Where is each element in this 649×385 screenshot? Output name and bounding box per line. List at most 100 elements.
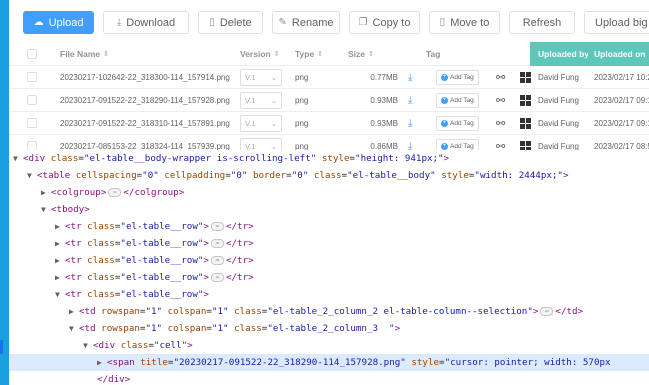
row-checkbox[interactable] bbox=[27, 112, 37, 134]
dom-node-body-wrapper[interactable]: ▼ < div class = " el-table__body-wrapper is-… bbox=[9, 150, 649, 167]
version-select[interactable]: V.1 ⌄ bbox=[240, 66, 282, 88]
dom-node-tbody[interactable]: ▼ < tbody > bbox=[9, 201, 649, 218]
chevron-down-icon: ⌄ bbox=[270, 95, 277, 105]
collapse-triangle-icon[interactable]: ▶ bbox=[55, 222, 65, 231]
copy-to-button[interactable]: ❐ Copy to bbox=[349, 11, 420, 34]
version-select[interactable]: V.1 ⌄ bbox=[240, 89, 282, 111]
sort-icon: ⇕ bbox=[103, 51, 110, 58]
file-table: File Name ⇕ Version ⇕ Type ⇕ Size ⇕ Tag Uplo… bbox=[9, 42, 649, 158]
table-row[interactable]: 20230217-091522-22_318310-114_157891.png… bbox=[9, 112, 649, 135]
ellipsis-icon[interactable]: ⋯ bbox=[540, 307, 554, 316]
header-version[interactable]: Version ⇕ bbox=[240, 42, 280, 66]
ellipsis-icon[interactable]: ⋯ bbox=[210, 256, 224, 265]
header-file-name[interactable]: File Name ⇕ bbox=[60, 42, 109, 66]
type-cell: png bbox=[295, 72, 309, 82]
edit-icon: ✎ bbox=[278, 17, 287, 28]
table-body: 20230217-102642-22_318300-114_157914.png… bbox=[9, 66, 649, 158]
dom-node-tr-expanded[interactable]: ▼ < tr class = " el-table__row " > bbox=[9, 286, 649, 303]
uploaded-on-cell: 2023/02/17 09:1 bbox=[594, 95, 649, 105]
table-row[interactable]: 20230217-091522-22_318290-114_157928.png… bbox=[9, 89, 649, 112]
cloud-upload-icon: ☁ bbox=[33, 17, 44, 28]
dom-node-tr-collapsed[interactable]: ▶ < tr class = " el-table__row " > ⋯ </tr > bbox=[9, 218, 649, 235]
qr-code-icon[interactable] bbox=[520, 112, 531, 134]
chevron-down-icon: ⌄ bbox=[270, 118, 277, 128]
selection-edge-marker bbox=[0, 340, 3, 354]
rename-button[interactable]: ✎ Rename bbox=[272, 11, 340, 34]
dom-node-tr-collapsed[interactable]: ▶ < tr class = " el-table__row " > ⋯ </tr > bbox=[9, 252, 649, 269]
header-type[interactable]: Type ⇕ bbox=[295, 42, 323, 66]
expand-triangle-icon[interactable]: ▼ bbox=[55, 290, 65, 299]
size-cell: 0.93MB bbox=[370, 118, 398, 128]
expand-triangle-icon[interactable]: ▼ bbox=[41, 205, 51, 214]
size-cell: 0.93MB bbox=[370, 95, 398, 105]
version-select[interactable]: V.1 ⌄ bbox=[240, 112, 282, 134]
plus-icon: + bbox=[441, 96, 448, 104]
add-tag-button[interactable]: + Add Tag bbox=[436, 89, 479, 111]
dom-node-td-selection[interactable]: ▶ < td rowspan = " 1 " colspan = " 1 " class = " el-… bbox=[9, 303, 649, 320]
share-link-icon[interactable]: ⚯ bbox=[496, 112, 505, 134]
expand-triangle-icon[interactable]: ▼ bbox=[13, 154, 23, 163]
collapse-triangle-icon[interactable]: ▶ bbox=[41, 188, 51, 197]
dom-node-tr-collapsed[interactable]: ▶ < tr class = " el-table__row " > ⋯ </tr > bbox=[9, 269, 649, 286]
dom-node-div-cell[interactable]: ▼ < div class = " cell " > bbox=[9, 337, 649, 354]
file-name-cell[interactable]: 20230217-102642-22_318300-114_157914.png bbox=[60, 66, 230, 88]
select-all-checkbox[interactable] bbox=[27, 42, 37, 66]
sort-icon: ⇕ bbox=[317, 51, 324, 58]
plus-icon: + bbox=[441, 119, 448, 127]
file-name-cell[interactable]: 20230217-091522-22_318290-114_157928.png bbox=[60, 89, 230, 111]
upload-button[interactable]: ☁ Upload bbox=[23, 11, 94, 34]
uploaded-by-cell: David Fung bbox=[538, 72, 579, 82]
type-cell: png bbox=[295, 118, 309, 128]
qr-code-icon[interactable] bbox=[520, 89, 531, 111]
dom-node-div-close[interactable]: </div > bbox=[9, 371, 649, 385]
add-tag-button[interactable]: + Add Tag bbox=[436, 66, 479, 88]
row-checkbox[interactable] bbox=[27, 66, 37, 88]
share-link-icon[interactable]: ⚯ bbox=[496, 89, 505, 111]
collapse-triangle-icon[interactable]: ▶ bbox=[69, 307, 79, 316]
expand-triangle-icon[interactable]: ▼ bbox=[69, 324, 79, 333]
plus-icon: + bbox=[441, 142, 448, 150]
download-icon[interactable]: ⤓ bbox=[408, 66, 412, 88]
toolbar: ☁ Upload ⤓ Download ▯ Delete ✎ Rename ❐ … bbox=[23, 11, 649, 34]
delete-button[interactable]: ▯ Delete bbox=[198, 11, 263, 34]
refresh-button[interactable]: Refresh bbox=[509, 11, 575, 34]
dom-node-span-selected[interactable]: ▶ < span title = " 20230217-091522-22_318290… bbox=[9, 354, 649, 371]
share-link-icon[interactable]: ⚯ bbox=[496, 66, 505, 88]
ellipsis-icon[interactable]: ⋯ bbox=[210, 222, 224, 231]
size-cell: 0.77MB bbox=[370, 72, 398, 82]
download-button[interactable]: ⤓ Download bbox=[103, 11, 189, 34]
header-uploaded-on[interactable]: Uploaded on⇕ bbox=[588, 42, 649, 66]
dom-node-colgroup[interactable]: ▶ < colgroup > ⋯ </colgroup > bbox=[9, 184, 649, 201]
file-icon: ▯ bbox=[209, 17, 215, 28]
download-icon: ⤓ bbox=[116, 17, 122, 28]
header-tag: Tag bbox=[426, 49, 441, 59]
file-name-cell[interactable]: 20230217-091522-22_318310-114_157891.png bbox=[60, 112, 230, 134]
sort-icon: ⇕ bbox=[368, 51, 374, 58]
ellipsis-icon[interactable]: ⋯ bbox=[108, 188, 122, 197]
qr-code-icon[interactable] bbox=[520, 66, 531, 88]
ellipsis-icon[interactable]: ⋯ bbox=[210, 273, 224, 282]
add-tag-button[interactable]: + Add Tag bbox=[436, 112, 479, 134]
header-size[interactable]: Size ⇕ bbox=[348, 42, 374, 66]
type-cell: png bbox=[295, 95, 309, 105]
table-header: File Name ⇕ Version ⇕ Type ⇕ Size ⇕ Tag Uplo… bbox=[9, 42, 649, 66]
ellipsis-icon[interactable]: ⋯ bbox=[210, 239, 224, 248]
collapse-triangle-icon[interactable]: ▶ bbox=[97, 358, 107, 367]
collapse-triangle-icon[interactable]: ▶ bbox=[55, 239, 65, 248]
app-frame: ☁ Upload ⤓ Download ▯ Delete ✎ Rename ❐ … bbox=[9, 0, 649, 385]
collapse-triangle-icon[interactable]: ▶ bbox=[55, 256, 65, 265]
expand-triangle-icon[interactable]: ▼ bbox=[27, 171, 37, 180]
download-icon[interactable]: ⤓ bbox=[408, 89, 412, 111]
sort-icon: ⇕ bbox=[273, 51, 280, 58]
download-icon[interactable]: ⤓ bbox=[408, 112, 412, 134]
table-row[interactable]: 20230217-102642-22_318300-114_157914.png… bbox=[9, 66, 649, 89]
collapse-triangle-icon[interactable]: ▶ bbox=[55, 273, 65, 282]
expand-triangle-icon[interactable]: ▼ bbox=[83, 341, 93, 350]
move-to-button[interactable]: ▯ Move to bbox=[429, 11, 500, 34]
dom-node-td-column3[interactable]: ▼ < td rowspan = " 1 " colspan = " 1 " class = " el-… bbox=[9, 320, 649, 337]
header-uploaded-by[interactable]: Uploaded by bbox=[530, 42, 589, 66]
dom-node-table[interactable]: ▼ < table cellspacing = " 0 " cellpadding = " 0 "… bbox=[9, 167, 649, 184]
upload-big-file-button[interactable]: Upload big File bbox=[584, 11, 649, 34]
row-checkbox[interactable] bbox=[27, 89, 37, 111]
dom-node-tr-collapsed[interactable]: ▶ < tr class = " el-table__row " > ⋯ </tr > bbox=[9, 235, 649, 252]
